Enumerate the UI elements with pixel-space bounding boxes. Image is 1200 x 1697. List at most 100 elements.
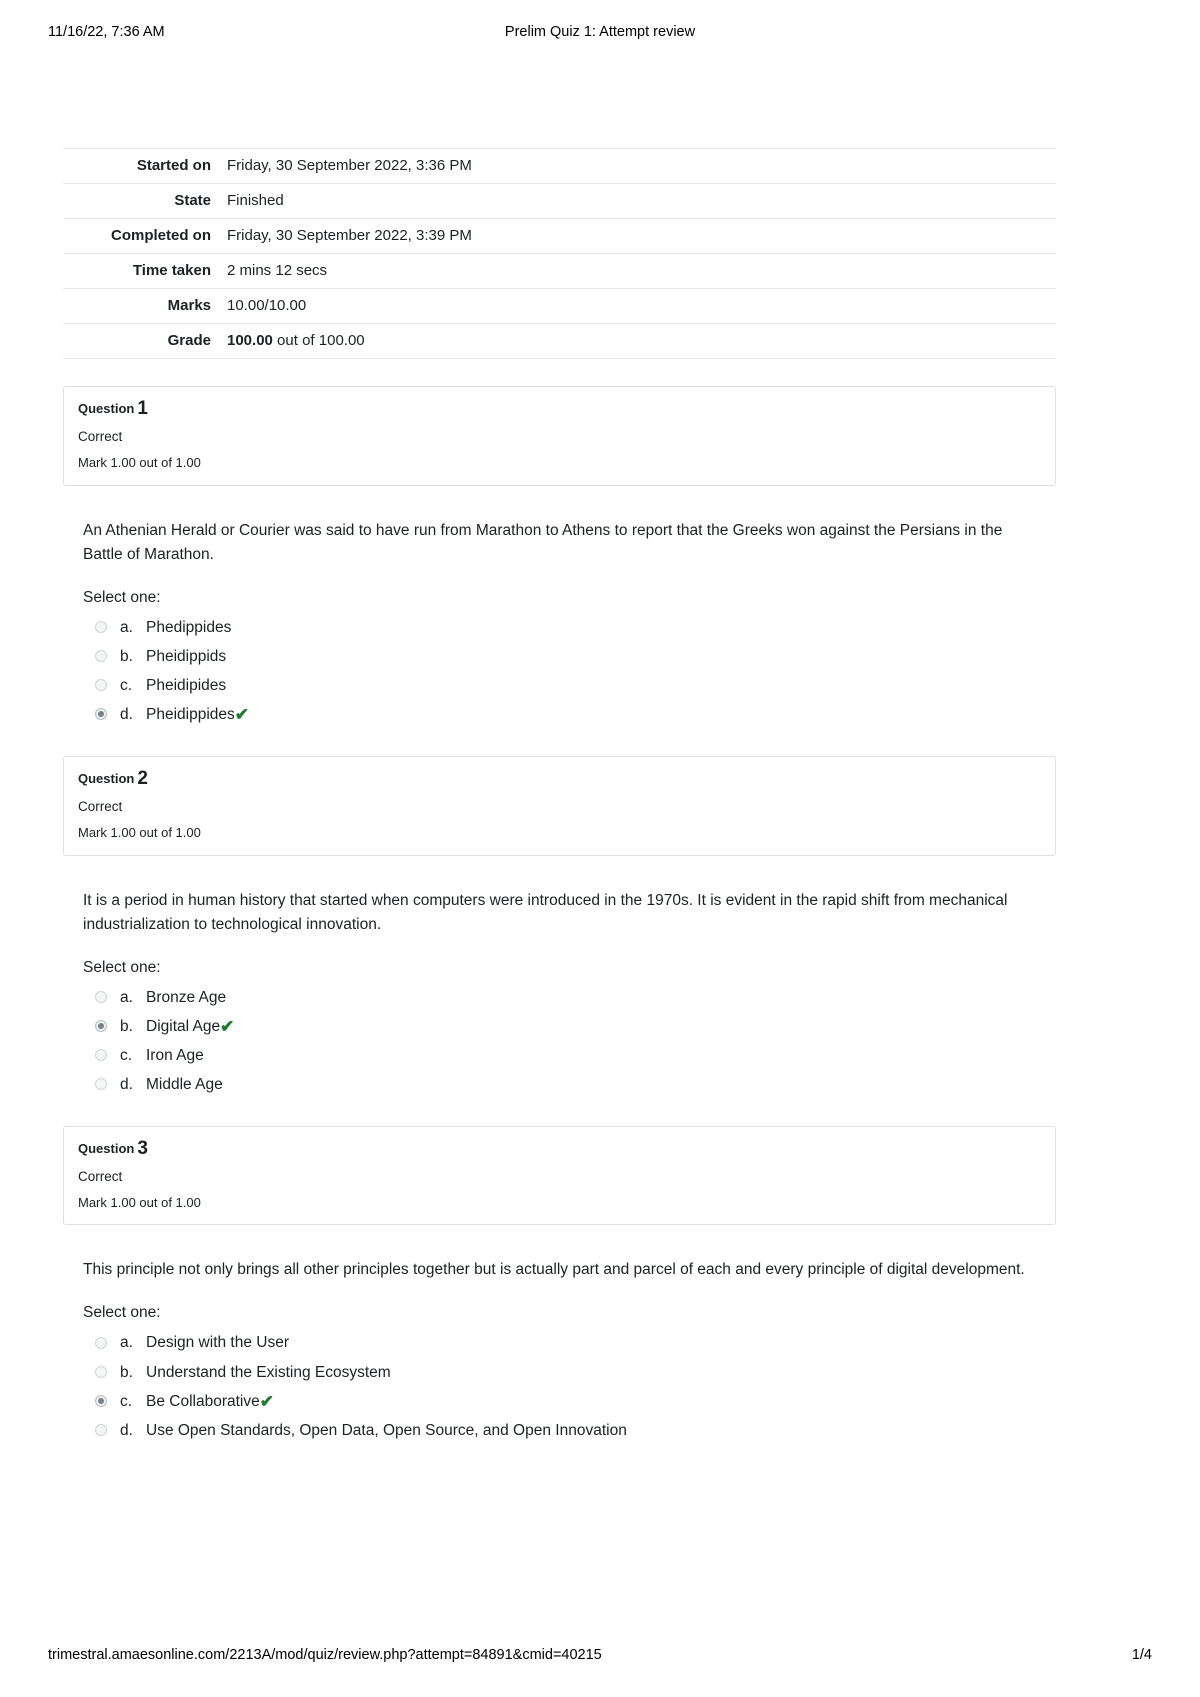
print-footer: trimestral.amaesonline.com/2213A/mod/qui… (0, 1647, 1200, 1667)
summary-row: Time taken 2 mins 12 secs (63, 253, 1056, 289)
question-mark: Mark 1.00 out of 1.00 (78, 455, 201, 471)
option-text: Bronze Age (146, 988, 227, 1006)
question-content: This principle not only brings all other… (63, 1225, 1056, 1444)
summary-value: Finished (227, 192, 284, 209)
radio-button[interactable] (95, 679, 107, 692)
question-info-box: Question 3 Correct Mark 1.00 out of 1.00 (63, 1125, 1056, 1226)
option-text: Understand the Existing Ecosystem (146, 1363, 391, 1381)
answer-option[interactable]: d. Pheidippides ✔ (83, 700, 1056, 729)
option-letter: b. (120, 647, 133, 665)
option-text: Digital Age (146, 1017, 221, 1035)
answer-option[interactable]: b. Pheidippids (83, 642, 1056, 671)
summary-value-grade: 100.00 out of 100.00 (219, 324, 1056, 359)
grade-out-of: out of 100.00 (272, 332, 365, 349)
answer-option[interactable]: d. Use Open Standards, Open Data, Open So… (83, 1416, 1056, 1445)
summary-label: State (174, 192, 211, 209)
option-text: Pheidippids (146, 647, 227, 665)
answer-option[interactable]: c. Pheidipides (83, 671, 1056, 700)
summary-row: Marks 10.00/10.00 (63, 288, 1056, 324)
radio-button[interactable] (95, 1424, 107, 1437)
question-info-box: Question 1 Correct Mark 1.00 out of 1.00 (63, 386, 1056, 486)
summary-label: Grade (167, 332, 211, 349)
question-state: Correct (78, 1168, 123, 1184)
correct-check-icon: ✔ (220, 1016, 235, 1036)
answer-option[interactable]: c. Iron Age (83, 1041, 1056, 1070)
option-text: Middle Age (146, 1075, 223, 1093)
summary-value: 10.00/10.00 (227, 297, 307, 314)
option-letter: a. (120, 988, 133, 1006)
option-letter: b. (120, 1363, 133, 1381)
question-text: An Athenian Herald or Courier was said t… (83, 521, 1003, 563)
radio-button[interactable] (95, 650, 107, 663)
radio-button[interactable] (95, 1366, 107, 1379)
radio-button-selected[interactable] (95, 1395, 107, 1408)
question-mark: Mark 1.00 out of 1.00 (78, 1194, 201, 1210)
question-label: Question (78, 401, 135, 416)
radio-button[interactable] (95, 991, 107, 1004)
correct-check-icon: ✔ (234, 704, 250, 724)
attempt-summary-body: Started on Friday, 30 September 2022, 3:3… (63, 148, 1056, 359)
question-heading: Question 1 (78, 398, 1041, 420)
questions-list: Question 1 Correct Mark 1.00 out of 1.00 An … (63, 386, 1056, 1445)
answer-options: a. Design with the User b. Understand the E… (83, 1328, 1056, 1444)
question-block: Question 3 Correct Mark 1.00 out of 1.00 Thi… (63, 1125, 1056, 1445)
option-letter: d. (120, 705, 133, 723)
attempt-summary-table: Started on Friday, 30 September 2022, 3:3… (63, 148, 1056, 359)
option-text: Phedippides (146, 618, 232, 636)
question-label: Question (78, 1140, 135, 1156)
option-text: Be Collaborative (146, 1392, 260, 1410)
summary-row: Started on Friday, 30 September 2022, 3:3… (63, 148, 1056, 184)
summary-value: 2 mins 12 secs (227, 262, 328, 279)
summary-label: Time taken (132, 262, 211, 279)
option-letter: c. (120, 1046, 133, 1064)
answer-options: a. Phedippides b. Pheidippids c. Pheidipides d… (83, 613, 1056, 729)
page-title: Prelim Quiz 1: Attempt review (504, 24, 696, 40)
question-text: This principle not only brings all other… (83, 1261, 1025, 1279)
question-content: It is a period in human history that sta… (63, 856, 1056, 1099)
question-state: Correct (78, 428, 123, 444)
answer-option[interactable]: a. Design with the User (83, 1328, 1056, 1357)
answer-option[interactable]: c. Be Collaborative ✔ (83, 1387, 1056, 1416)
option-text: Pheidipides (146, 676, 227, 694)
radio-button[interactable] (95, 621, 107, 634)
question-text: It is a period in human history that sta… (83, 891, 1008, 933)
question-heading: Question 2 (78, 767, 1041, 790)
answer-prompt: Select one: (83, 1304, 161, 1322)
question-content: An Athenian Herald or Courier was said t… (63, 486, 1056, 729)
option-letter: a. (120, 1334, 133, 1352)
summary-value: Friday, 30 September 2022, 3:39 PM (227, 227, 472, 244)
summary-value: Friday, 30 September 2022, 3:36 PM (227, 157, 472, 174)
review-content: Started on Friday, 30 September 2022, 3:3… (63, 148, 1056, 1445)
question-block: Question 2 Correct Mark 1.00 out of 1.00 It … (63, 755, 1056, 1099)
answer-options: a. Bronze Age b. Digital Age ✔ c. Iron Age d. Mi… (83, 983, 1056, 1099)
summary-row-grade: Grade 100.00 out of 100.00 (63, 323, 1056, 359)
summary-label: Started on (136, 157, 211, 174)
answer-option[interactable]: d. Middle Age (83, 1070, 1056, 1099)
question-number: 3 (137, 1137, 148, 1159)
print-header: 11/16/22, 7:36 AM Prelim Quiz 1: Attempt… (0, 24, 1200, 44)
option-text: Pheidippides (146, 705, 235, 723)
option-text: Design with the User (146, 1334, 290, 1352)
page-number: 1/4 (1131, 1647, 1152, 1663)
summary-label: Completed on (111, 227, 211, 244)
option-letter: a. (120, 618, 133, 636)
radio-button[interactable] (95, 1078, 107, 1091)
answer-option[interactable]: a. Bronze Age (83, 983, 1056, 1012)
question-block: Question 1 Correct Mark 1.00 out of 1.00 An … (63, 386, 1056, 729)
question-number: 2 (137, 767, 148, 789)
answer-option[interactable]: a. Phedippides (83, 613, 1056, 642)
answer-prompt: Select one: (83, 588, 161, 606)
radio-button-selected[interactable] (95, 708, 107, 721)
answer-option[interactable]: b. Digital Age ✔ (83, 1012, 1056, 1041)
question-mark: Mark 1.00 out of 1.00 (78, 824, 201, 840)
answer-option[interactable]: b. Understand the Existing Ecosystem (83, 1358, 1056, 1387)
option-letter: d. (120, 1075, 133, 1093)
summary-label: Marks (167, 297, 211, 314)
summary-row: Completed on Friday, 30 September 2022, 3… (63, 218, 1056, 254)
radio-button-selected[interactable] (95, 1020, 107, 1033)
question-info-box: Question 2 Correct Mark 1.00 out of 1.00 (63, 755, 1056, 856)
correct-check-icon: ✔ (259, 1391, 274, 1411)
radio-button[interactable] (95, 1336, 107, 1349)
radio-button[interactable] (95, 1049, 107, 1062)
option-letter: c. (120, 1392, 133, 1410)
